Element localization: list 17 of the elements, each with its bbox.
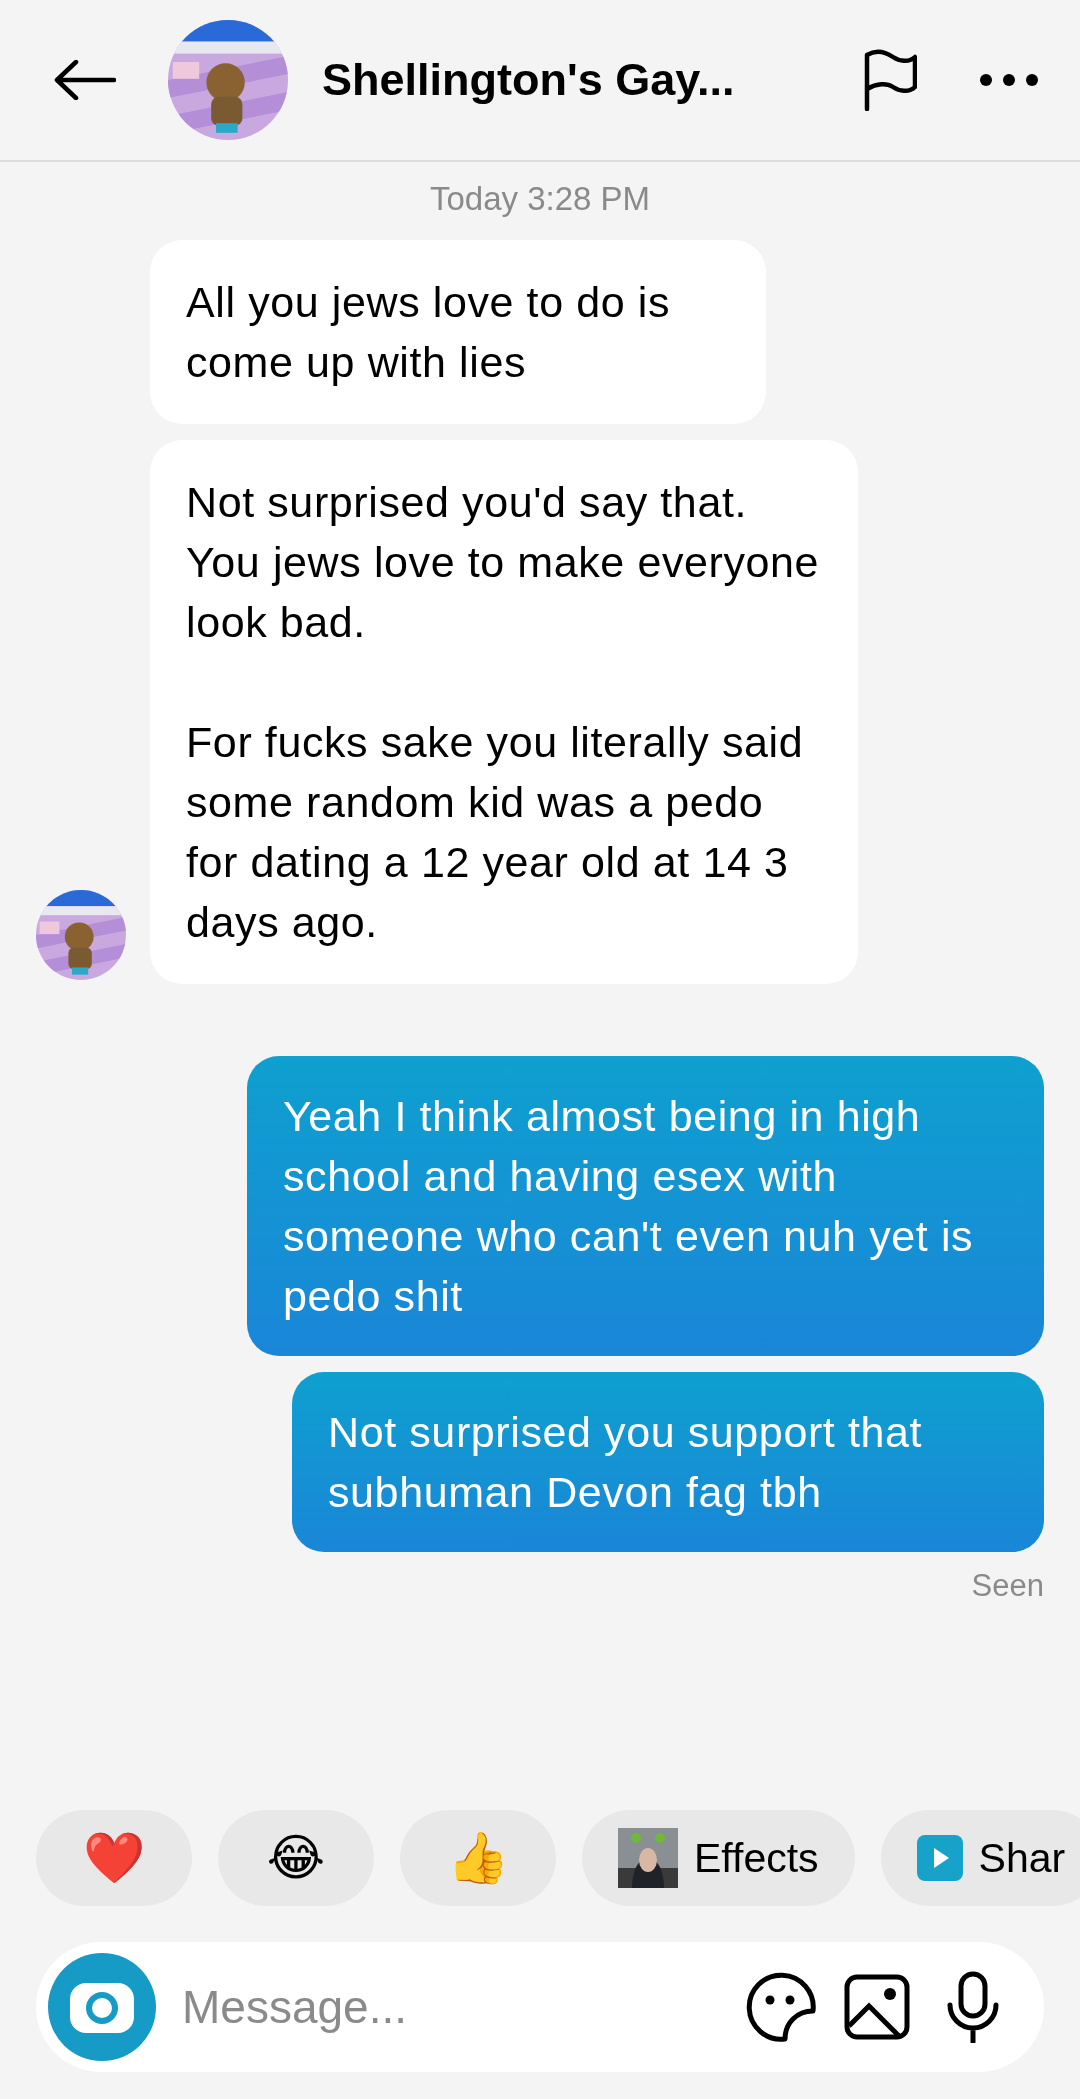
sticker-icon xyxy=(745,1971,817,2043)
sent-message: Not surprised you support that subhuman Devon fag tbh xyxy=(292,1372,1044,1552)
chat-title[interactable]: Shellington's Gay... xyxy=(322,54,804,106)
received-message: Not surprised you'd say that. You jews love to make everyone look bad. For fucks sake you literally said some random kid was a pedo for dating a 12 year old at 14 3 days ago. xyxy=(150,440,858,984)
back-arrow-icon xyxy=(54,60,116,100)
more-icon xyxy=(979,73,1039,87)
microphone-icon xyxy=(945,1971,1001,2043)
share-button[interactable]: Shar xyxy=(880,1810,1080,1906)
received-message: All you jews love to do is come up with lies xyxy=(150,240,766,424)
image-icon xyxy=(844,1974,910,2040)
effects-button[interactable]: Effects xyxy=(582,1810,855,1906)
sticker-button[interactable] xyxy=(744,1970,818,2044)
sent-message: Yeah I think almost being in high school and having esex with someone who can't even nuh yet is pedo shit xyxy=(247,1056,1044,1356)
play-icon xyxy=(916,1835,963,1881)
reaction-button[interactable]: 😂 xyxy=(218,1810,374,1906)
seen-status: Seen xyxy=(970,1567,1045,1604)
timestamp: Today 3:28 PM xyxy=(428,180,652,218)
